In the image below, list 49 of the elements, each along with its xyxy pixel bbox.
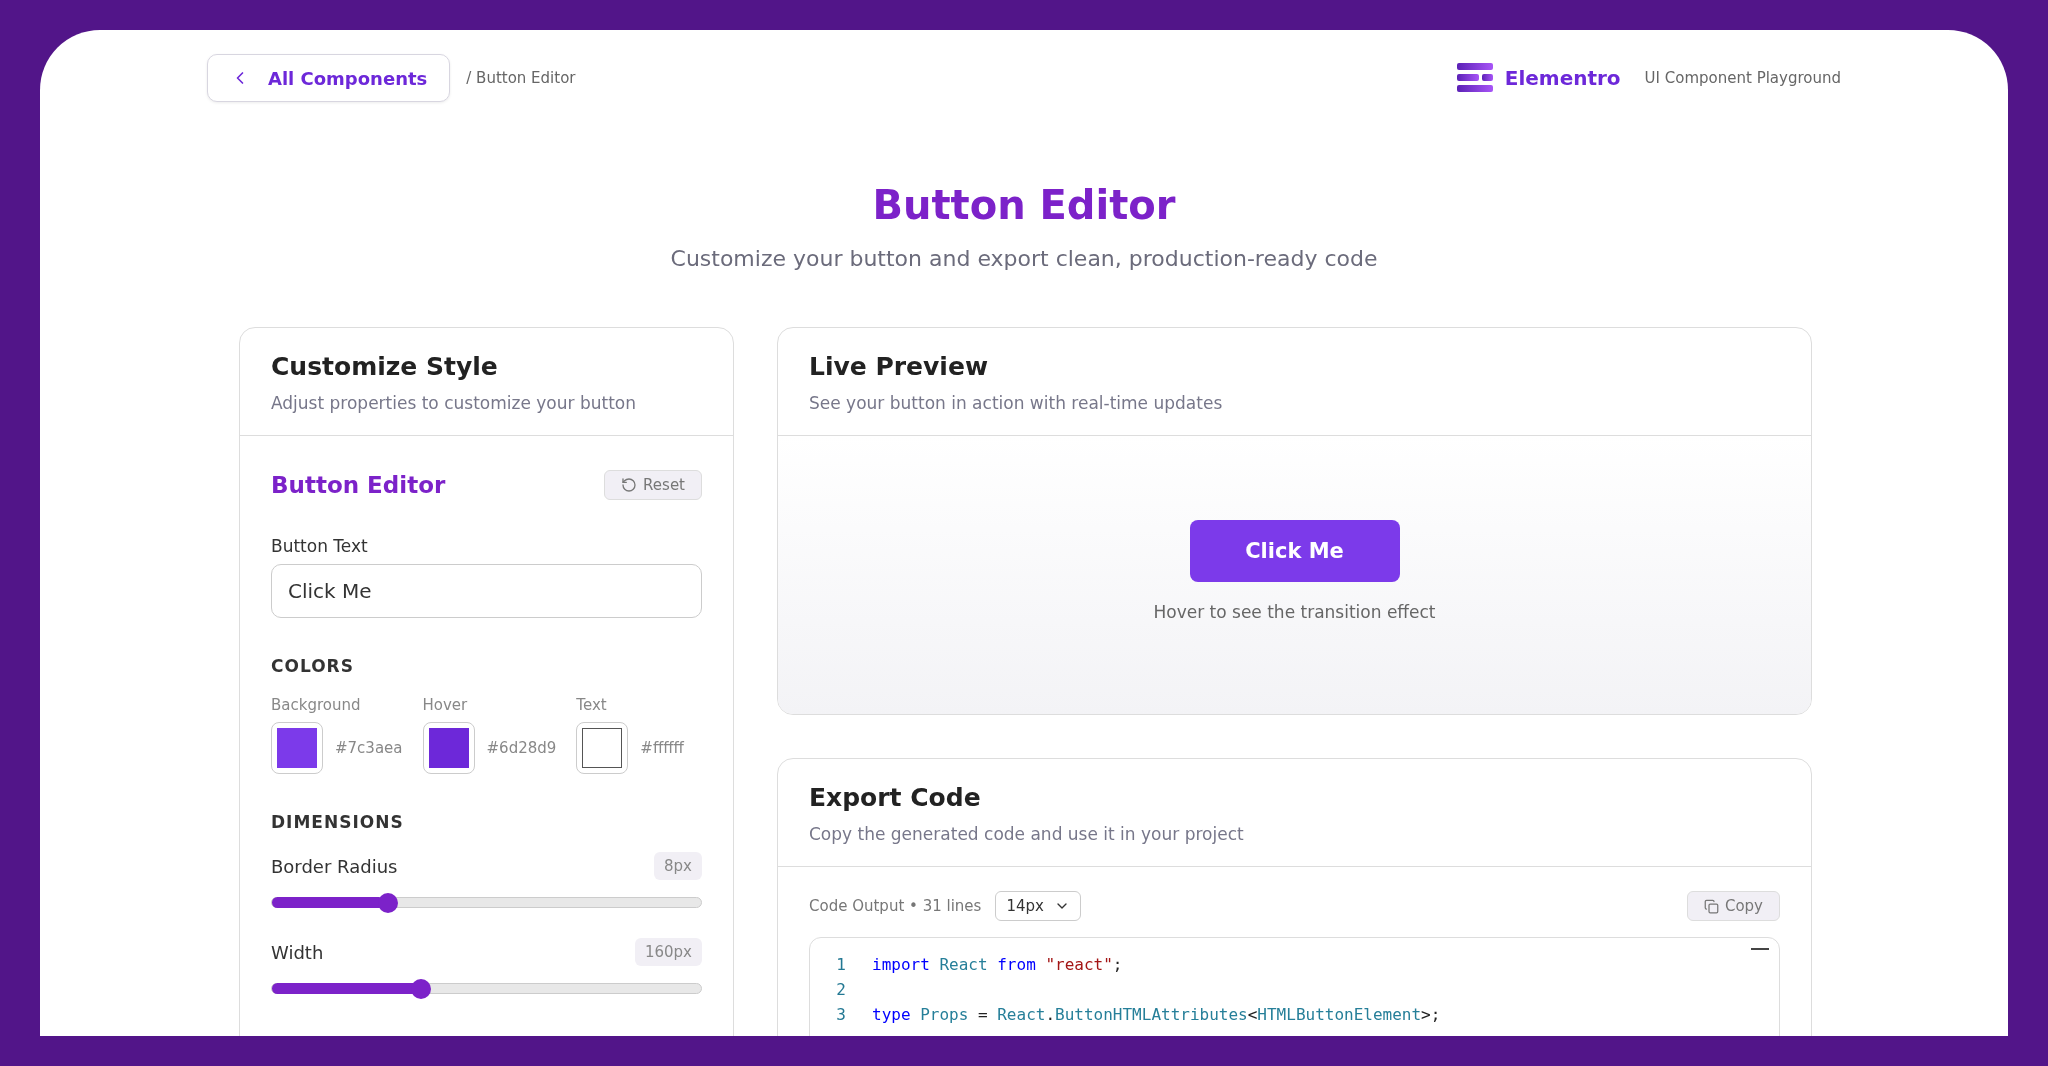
color-label: Text: [576, 696, 608, 714]
reset-icon: [621, 477, 638, 493]
reset-button[interactable]: Reset: [604, 470, 702, 500]
code-editor[interactable]: 1 import React from "react"; 2 3 type Props = React.ButtonHTMLAttributes<HTMLButtonElement>;: [809, 937, 1780, 1036]
section-heading: COLORS: [271, 656, 355, 676]
color-value: #7c3aea: [335, 739, 403, 757]
color-value: #6d28d9: [486, 739, 557, 757]
slider[interactable]: [271, 892, 702, 914]
slider-label: Border Radius: [271, 855, 398, 877]
code-line: type Props = React.ButtonHTMLAttributes<HTMLButtonElement>;: [872, 1005, 1441, 1024]
editor-title: Button Editor: [271, 472, 446, 498]
preview-button[interactable]: Click Me: [1189, 520, 1400, 582]
color-label: Background: [271, 696, 362, 714]
brand-name: Elementro: [1504, 66, 1621, 90]
color-swatch[interactable]: [576, 722, 629, 774]
copy-icon: [1703, 898, 1719, 914]
field-label: Button Text: [271, 536, 369, 556]
color-swatch[interactable]: [271, 722, 323, 774]
breadcrumb: / Button Editor: [466, 69, 576, 87]
page-subtitle: Customize your button and export clean, production-ready code: [669, 246, 1379, 271]
panel-subtitle: Copy the generated code and use it in your project: [809, 824, 1245, 844]
color-label: Hover: [422, 696, 469, 714]
panel-title: Export Code: [809, 783, 982, 812]
slider-label: Width: [271, 941, 324, 963]
tagline: UI Component Playground: [1644, 69, 1841, 87]
slider-thumb[interactable]: [377, 893, 398, 913]
panel-subtitle: Adjust properties to customize your button: [271, 393, 637, 413]
slider-thumb[interactable]: [410, 979, 431, 999]
section-heading: DIMENSIONS: [271, 812, 405, 832]
slider[interactable]: [271, 978, 702, 1000]
slider-value: 8px: [654, 852, 702, 880]
line-number: 3: [835, 1005, 847, 1024]
panel-title: Customize Style: [271, 352, 499, 381]
panel-title: Live Preview: [809, 352, 989, 381]
back-button[interactable]: All Components: [207, 54, 451, 102]
button-text-field[interactable]: Click Me: [271, 564, 702, 618]
color-value: #ffffff: [640, 739, 684, 757]
panel-subtitle: See your button in action with real-time updates: [809, 393, 1224, 413]
page-title: Button Editor: [871, 182, 1177, 228]
line-number: 1: [835, 955, 847, 974]
preview-hint: Hover to see the transition effect: [1153, 602, 1436, 622]
code-info: Code Output • 31 lines: [809, 897, 982, 915]
copy-button[interactable]: Copy: [1686, 891, 1780, 921]
line-number: 2: [835, 980, 847, 999]
color-swatch[interactable]: [422, 722, 475, 774]
code-line: import React from "react";: [872, 955, 1123, 974]
logo-icon: [1456, 63, 1493, 93]
slider-value: 160px: [634, 938, 702, 966]
font-size-select[interactable]: 14px: [995, 891, 1081, 921]
